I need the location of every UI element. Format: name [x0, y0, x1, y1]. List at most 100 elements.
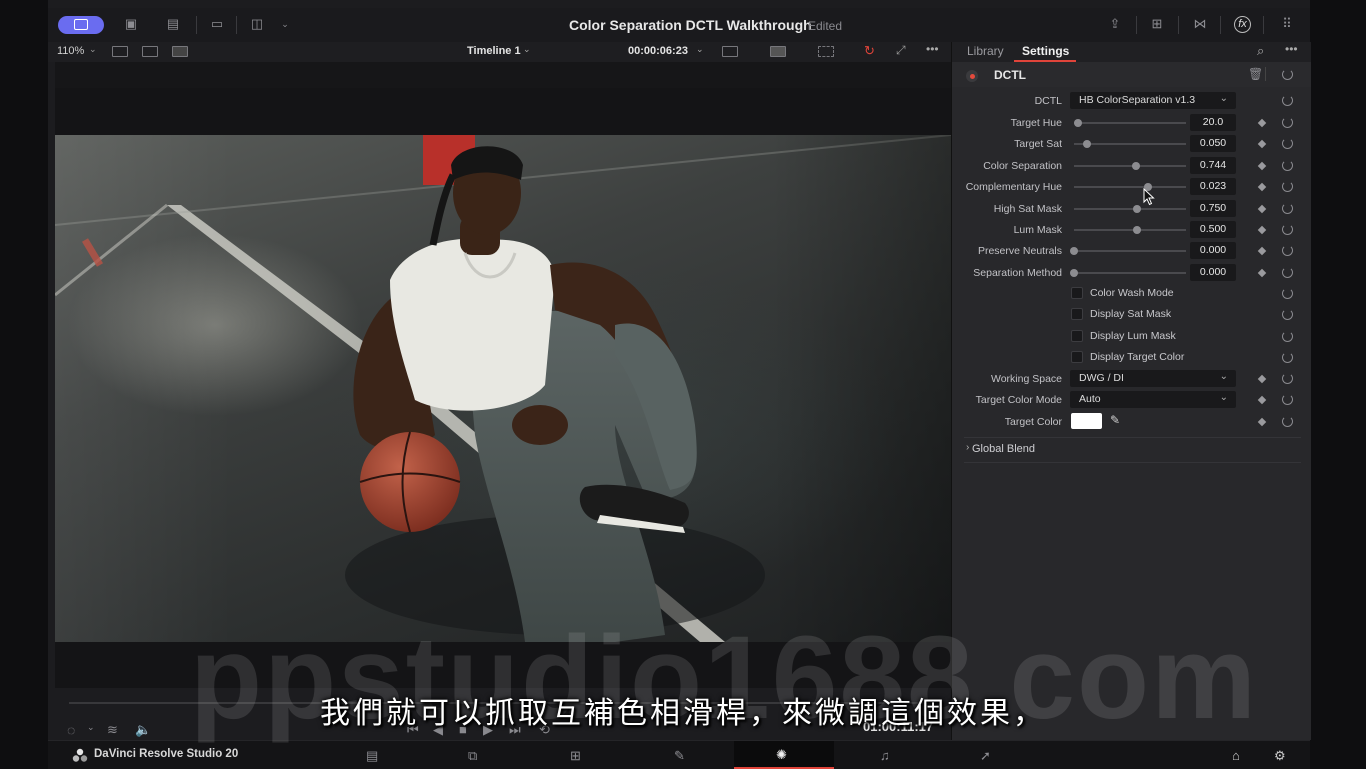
more-options-icon[interactable]: •••	[926, 42, 939, 56]
slider-track[interactable]	[1074, 204, 1186, 213]
slider-value-input[interactable]: 0.500	[1190, 221, 1236, 238]
slider-handle[interactable]	[1132, 204, 1141, 213]
keyframe-icon[interactable]	[1257, 161, 1267, 171]
global-blend-row[interactable]: › Global Blend	[952, 441, 1311, 459]
reset-icon[interactable]	[1282, 331, 1293, 342]
slider-track[interactable]	[1070, 247, 1186, 256]
color-wash-mode-checkbox[interactable]	[1071, 287, 1083, 299]
trash-icon[interactable]: 🗑	[1248, 67, 1263, 81]
viewer-size-icon[interactable]	[722, 46, 738, 57]
keyframe-icon[interactable]	[1257, 417, 1267, 427]
target-color-mode-select[interactable]: Auto ⌄	[1070, 391, 1236, 408]
slider-handle[interactable]	[1131, 161, 1140, 170]
slider-handle[interactable]	[1070, 247, 1078, 256]
reset-icon[interactable]	[1282, 373, 1293, 384]
slider-value-input[interactable]: 0.023	[1190, 178, 1236, 196]
reset-icon[interactable]	[1282, 245, 1293, 257]
chevron-down-icon[interactable]: ⌄	[89, 44, 97, 55]
grid-icon[interactable]: ⠿	[1278, 16, 1296, 32]
tab-settings[interactable]: Settings	[1022, 44, 1069, 58]
fusion-page-icon[interactable]: ✎	[674, 748, 685, 764]
reset-icon[interactable]	[1282, 288, 1293, 299]
reset-icon[interactable]	[1282, 202, 1293, 214]
bypass-icon[interactable]: ↻	[864, 43, 875, 59]
zoom-level[interactable]: 110%	[57, 45, 84, 57]
reset-icon[interactable]	[1282, 181, 1293, 193]
slider-track[interactable]	[1074, 119, 1186, 127]
reset-icon[interactable]	[1282, 416, 1293, 427]
keyframe-icon[interactable]	[1257, 268, 1267, 278]
mixer-icon[interactable]: ⊞	[1148, 16, 1166, 32]
share-icon[interactable]: ⇪	[1106, 16, 1124, 32]
keyframe-icon[interactable]	[1257, 182, 1267, 192]
keyframe-icon[interactable]	[1257, 395, 1267, 405]
home-icon[interactable]: ⌂	[1232, 748, 1240, 763]
dctl-select[interactable]: HB ColorSeparation v1.3 ⌄	[1070, 92, 1236, 109]
cut-page-icon[interactable]: ⧉	[468, 748, 477, 764]
reset-icon[interactable]	[1282, 224, 1293, 235]
chevron-right-icon[interactable]: ›	[966, 442, 969, 453]
edit-page-icon[interactable]: ⊞	[570, 748, 581, 764]
chevron-down-icon[interactable]: ⌄	[276, 16, 294, 32]
slider-value-input[interactable]: 0.000	[1190, 242, 1236, 260]
transform-icon[interactable]	[818, 46, 834, 57]
edit-index-icon[interactable]: ▤	[164, 16, 182, 32]
reset-icon[interactable]	[1282, 138, 1293, 150]
slider-value-input[interactable]: 0.050	[1190, 135, 1236, 153]
more-options-icon[interactable]: •••	[1285, 42, 1298, 56]
clip-display-icon[interactable]	[770, 46, 786, 57]
effect-enable-toggle[interactable]	[966, 70, 978, 82]
fairlight-page-icon[interactable]: ♫	[880, 748, 890, 763]
keyframe-icon[interactable]	[1257, 118, 1267, 128]
deliver-page-icon[interactable]: ➚	[980, 748, 991, 764]
reset-icon[interactable]	[1282, 69, 1293, 80]
display-sat-mask-checkbox[interactable]	[1071, 308, 1083, 320]
slider-track[interactable]	[1074, 183, 1186, 192]
reset-icon[interactable]	[1282, 117, 1293, 128]
slider-track[interactable]	[1074, 226, 1186, 234]
slider-value-input[interactable]: 20.0	[1190, 114, 1236, 131]
chevron-down-icon[interactable]: ⌄	[523, 44, 531, 55]
reset-icon[interactable]	[1282, 394, 1293, 405]
reset-icon[interactable]	[1282, 159, 1293, 171]
reset-icon[interactable]	[1282, 266, 1293, 278]
effects-icon[interactable]: ▣	[122, 16, 140, 32]
slider-handle[interactable]	[1070, 268, 1078, 277]
slider-value-input[interactable]: 0.000	[1190, 263, 1236, 281]
slider-handle[interactable]	[1074, 119, 1083, 127]
working-space-select[interactable]: DWG / DI ⌄	[1070, 370, 1236, 387]
slider-track[interactable]	[1074, 161, 1186, 170]
chevron-down-icon[interactable]: ⌄	[696, 44, 704, 55]
cinema-viewer-icon[interactable]	[172, 46, 188, 57]
slider-track[interactable]	[1070, 268, 1186, 277]
slider-value-input[interactable]: 0.750	[1190, 199, 1236, 217]
keyframe-icon[interactable]	[1257, 204, 1267, 213]
reset-icon[interactable]	[1282, 95, 1293, 106]
reset-icon[interactable]	[1282, 309, 1293, 320]
display-lum-mask-checkbox[interactable]	[1071, 330, 1083, 342]
slider-handle[interactable]	[1083, 140, 1092, 149]
gear-icon[interactable]: ⚙	[1274, 748, 1286, 764]
eyedropper-icon[interactable]: ✎	[1110, 413, 1120, 427]
slider-handle[interactable]	[1132, 226, 1141, 234]
keyframe-icon[interactable]	[1257, 247, 1267, 256]
reset-icon[interactable]	[1282, 352, 1293, 363]
split-viewer-icon[interactable]	[142, 46, 158, 57]
slider-track[interactable]	[1074, 140, 1186, 149]
search-icon[interactable]: ⌕	[1257, 43, 1264, 59]
fullscreen-icon[interactable]: ⤢	[896, 43, 906, 58]
keyframe-icon[interactable]	[1257, 374, 1267, 384]
keyframe-icon[interactable]	[1257, 140, 1267, 149]
sound-library-icon[interactable]: ▭	[208, 16, 226, 32]
target-color-swatch[interactable]	[1071, 413, 1102, 429]
media-pool-button[interactable]	[58, 16, 104, 34]
tab-library[interactable]: Library	[967, 44, 1004, 58]
display-target-color-checkbox[interactable]	[1071, 351, 1083, 363]
media-page-icon[interactable]: ▤	[366, 748, 378, 764]
fx-inspector-icon[interactable]: fx	[1234, 16, 1251, 33]
timeline-selector[interactable]: Timeline 1	[467, 45, 521, 57]
viewer-mode-icon[interactable]: ◫	[248, 16, 266, 32]
single-viewer-icon[interactable]	[112, 46, 128, 57]
slider-value-input[interactable]: 0.744	[1190, 156, 1236, 174]
node-icon[interactable]: ⋈	[1191, 16, 1209, 32]
